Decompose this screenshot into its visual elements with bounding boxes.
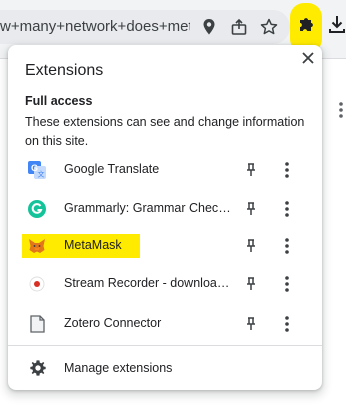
more-options-icon[interactable]: [282, 314, 292, 334]
popup-title: Extensions: [25, 62, 104, 79]
share-icon[interactable]: [229, 17, 249, 37]
extension-row-metamask[interactable]: MetaMask: [8, 227, 322, 265]
section-description: These extensions can see and change info…: [25, 115, 305, 148]
download-icon[interactable]: [328, 13, 346, 35]
more-options-icon[interactable]: [282, 236, 292, 256]
extension-name: Stream Recorder - download...: [64, 276, 232, 290]
extensions-popup: Extensions Full access These extensions …: [8, 45, 322, 390]
pin-icon[interactable]: [242, 161, 260, 179]
svg-text:文: 文: [38, 170, 45, 179]
metamask-fox-icon: [29, 239, 45, 253]
section-title: Full access: [25, 94, 93, 108]
manage-extensions-button[interactable]: Manage extensions: [8, 350, 322, 388]
popup-divider: [8, 345, 322, 346]
zotero-icon: [30, 315, 45, 333]
address-bar[interactable]: w+many+network+does+met...: [0, 10, 290, 44]
extension-name: Zotero Connector: [64, 316, 162, 330]
grammarly-icon: [28, 200, 46, 218]
google-translate-icon: G 文: [28, 161, 46, 179]
stream-recorder-icon: [29, 276, 45, 292]
more-options-icon[interactable]: [282, 199, 292, 219]
location-icon[interactable]: [199, 17, 219, 37]
pin-icon[interactable]: [242, 315, 260, 333]
bookmark-star-icon[interactable]: [259, 17, 279, 37]
extensions-puzzle-icon[interactable]: [296, 13, 318, 35]
pin-icon[interactable]: [242, 275, 260, 293]
extension-name: Grammarly: Grammar Checke...: [64, 201, 232, 215]
more-options-icon[interactable]: [282, 274, 292, 294]
extension-row-grammarly[interactable]: Grammarly: Grammar Checke...: [8, 190, 322, 228]
extension-row-google-translate[interactable]: G 文 Google Translate: [8, 151, 322, 189]
page-more-icon: [339, 102, 343, 118]
extension-row-stream-recorder[interactable]: Stream Recorder - download...: [8, 265, 322, 303]
close-icon[interactable]: [298, 48, 318, 68]
manage-extensions-label: Manage extensions: [64, 361, 173, 375]
more-options-icon[interactable]: [282, 160, 292, 180]
extension-name: MetaMask: [64, 238, 122, 252]
pin-icon[interactable]: [242, 237, 260, 255]
extension-row-zotero[interactable]: Zotero Connector: [8, 305, 322, 343]
extension-name: Google Translate: [64, 162, 160, 176]
pin-icon[interactable]: [242, 200, 260, 218]
gear-icon: [30, 360, 46, 376]
address-bar-url[interactable]: w+many+network+does+met...: [0, 18, 190, 36]
